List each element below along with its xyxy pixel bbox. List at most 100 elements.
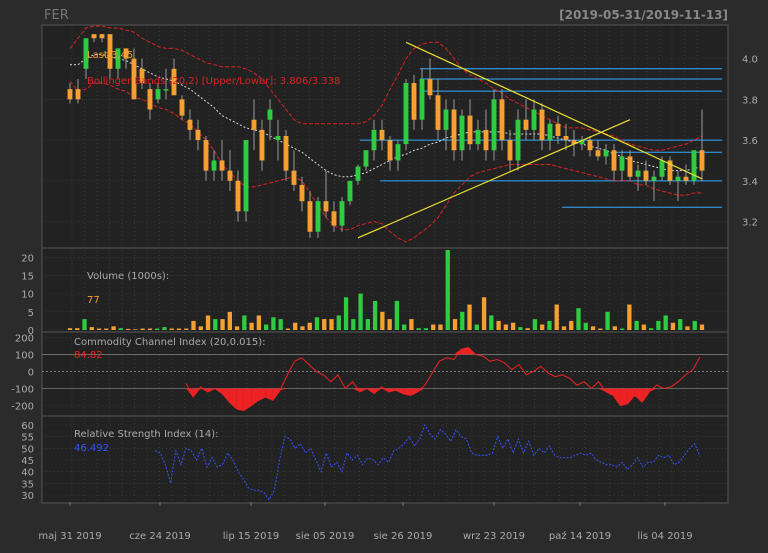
volume-bar bbox=[249, 322, 254, 330]
volume-bar bbox=[176, 328, 182, 330]
volume-bar bbox=[605, 311, 610, 330]
volume-bar bbox=[481, 297, 487, 330]
cci-tick-label: 200 bbox=[15, 333, 34, 344]
candle-body bbox=[643, 170, 649, 181]
candle-body bbox=[155, 89, 161, 100]
bollinger-legend: Bollinger Bands (20,2) [Upper/Lower]: 3.… bbox=[87, 76, 340, 87]
volume-bar bbox=[133, 329, 138, 330]
x-axis-label: sie 26 2019 bbox=[374, 531, 433, 542]
volume-bar bbox=[583, 322, 588, 330]
candle-body bbox=[555, 123, 561, 136]
candle-body bbox=[371, 129, 377, 151]
x-axis-label: sie 05 2019 bbox=[296, 531, 355, 542]
volume-bar bbox=[641, 324, 647, 330]
candle-body bbox=[435, 95, 441, 130]
volume-last-value: 77 bbox=[87, 295, 100, 306]
volume-bar bbox=[438, 324, 443, 330]
x-axis-label: lip 15 2019 bbox=[223, 531, 279, 542]
volume-bar bbox=[278, 319, 283, 330]
chart-symbol: FER bbox=[44, 8, 69, 23]
candle-body bbox=[315, 201, 321, 232]
volume-bar bbox=[431, 324, 436, 330]
volume-bar bbox=[75, 328, 80, 330]
price-tick-label: 3.6 bbox=[742, 136, 758, 147]
candle-body bbox=[395, 144, 401, 161]
volume-tick-label: 10 bbox=[21, 290, 34, 301]
candle-body bbox=[611, 150, 617, 171]
volume-bar bbox=[648, 328, 654, 330]
candle-body bbox=[699, 150, 705, 171]
volume-bar bbox=[169, 328, 174, 330]
cci-tick-label: 0 bbox=[28, 367, 34, 378]
x-axis-label: cze 24 2019 bbox=[129, 531, 190, 542]
volume-bar bbox=[619, 328, 625, 330]
volume-bar bbox=[162, 327, 167, 330]
volume-bar bbox=[67, 328, 73, 330]
cci-fill-segment bbox=[620, 388, 628, 406]
price-tick-label: 4.0 bbox=[742, 55, 758, 66]
candle-body bbox=[187, 119, 193, 130]
volume-bar bbox=[569, 320, 574, 330]
candle-body bbox=[331, 211, 337, 226]
volume-bar bbox=[467, 304, 472, 330]
volume-bar bbox=[184, 328, 189, 330]
volume-bar bbox=[82, 319, 87, 330]
cci-tick-label: 100 bbox=[15, 350, 34, 361]
rsi-tick-label: 30 bbox=[21, 491, 34, 502]
candle-body bbox=[235, 180, 241, 212]
candle-body bbox=[251, 119, 257, 130]
candle-body bbox=[347, 180, 353, 202]
candle-body bbox=[203, 140, 209, 171]
volume-bar bbox=[634, 320, 639, 330]
last-price-label: Last 3.45 bbox=[87, 50, 133, 61]
volume-bar bbox=[293, 322, 298, 330]
volume-bar bbox=[416, 328, 421, 330]
x-axis-label: paź 14 2019 bbox=[549, 530, 611, 542]
volume-bar bbox=[140, 328, 145, 330]
chart-root: FER [2019-05-31/2019-11-13] 4.0 3.8 3.6 3.4 3.… bbox=[0, 0, 768, 549]
volume-bar bbox=[489, 315, 494, 330]
volume-bar bbox=[685, 326, 690, 330]
volume-bar bbox=[285, 328, 291, 330]
candle-body bbox=[635, 170, 641, 177]
candle-body bbox=[483, 129, 489, 151]
volume-bar bbox=[670, 322, 676, 330]
candle-body bbox=[451, 109, 457, 151]
volume-bar bbox=[351, 319, 356, 330]
volume-bar bbox=[111, 326, 116, 330]
volume-bar bbox=[256, 315, 262, 330]
candle-body bbox=[323, 201, 329, 212]
candle-body bbox=[243, 140, 249, 212]
candle-body bbox=[163, 89, 169, 91]
candle-body bbox=[547, 123, 553, 141]
volume-bar bbox=[300, 326, 305, 330]
volume-legend: Volume (1000s): bbox=[87, 271, 169, 282]
candle-body bbox=[219, 160, 225, 171]
candle-body bbox=[267, 109, 273, 120]
candle-body bbox=[99, 34, 105, 39]
cci-fill-segment bbox=[236, 388, 244, 411]
volume-bar bbox=[525, 328, 530, 330]
volume-bar bbox=[147, 328, 153, 330]
rsi-last-value: 46.492 bbox=[74, 443, 109, 454]
volume-bar bbox=[540, 324, 545, 330]
volume-bar bbox=[612, 326, 617, 330]
candle-body bbox=[275, 136, 281, 141]
candle-body bbox=[67, 89, 73, 100]
candle-body bbox=[419, 78, 425, 120]
candle-body bbox=[459, 115, 465, 151]
candle-body bbox=[467, 115, 473, 145]
volume-bar bbox=[423, 328, 429, 330]
volume-bar bbox=[329, 319, 334, 330]
volume-bar bbox=[198, 326, 203, 330]
rsi-tick-label: 60 bbox=[21, 421, 34, 432]
candle-body bbox=[227, 170, 233, 181]
volume-bar bbox=[104, 328, 109, 330]
volume-bar bbox=[372, 300, 378, 330]
candle-body bbox=[307, 201, 313, 232]
candle-body bbox=[531, 109, 537, 130]
candle-body bbox=[291, 170, 297, 185]
x-axis-label: maj 31 2019 bbox=[38, 531, 101, 542]
volume-bar bbox=[394, 300, 400, 330]
volume-bar bbox=[510, 322, 516, 330]
